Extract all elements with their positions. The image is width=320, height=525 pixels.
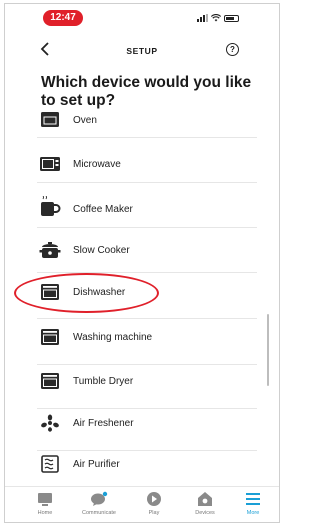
play-icon — [147, 492, 161, 506]
status-time: 12:47 — [43, 10, 83, 26]
device-label: Tumble Dryer — [73, 376, 134, 387]
divider — [37, 182, 257, 183]
oven-icon — [41, 112, 59, 127]
device-item-washing-machine[interactable]: Washing machine — [5, 321, 279, 365]
slow-cooker-icon — [39, 242, 61, 258]
divider — [37, 408, 257, 409]
setup-question: Which device would you like to set up? — [41, 74, 252, 109]
device-item-coffee-maker[interactable]: Coffee Maker — [5, 184, 279, 228]
nav-devices[interactable]: Devices — [179, 491, 231, 516]
device-label: Microwave — [73, 159, 121, 170]
devices-icon — [198, 492, 212, 506]
nav-play[interactable]: Play — [128, 491, 180, 516]
device-item-microwave[interactable]: Microwave — [5, 139, 279, 183]
tumble-dryer-icon — [41, 373, 59, 389]
microwave-icon — [40, 157, 60, 171]
air-freshener-icon — [41, 414, 59, 432]
header: SETUP ? — [5, 38, 279, 64]
divider — [37, 137, 257, 138]
nav-label: More — [246, 510, 260, 516]
home-icon — [38, 493, 52, 506]
device-item-air-freshener[interactable]: Air Freshener — [5, 411, 279, 455]
status-bar: 12:47 — [5, 4, 279, 30]
nav-label: Devices — [195, 510, 215, 516]
device-label: Coffee Maker — [73, 204, 133, 215]
bottom-nav: Home Communicate Play Devices More — [5, 486, 279, 522]
divider — [37, 364, 257, 365]
device-label: Oven — [73, 115, 97, 126]
nav-label: Home — [37, 510, 53, 516]
highlight-circle — [14, 273, 159, 313]
nav-label: Play — [148, 510, 160, 516]
menu-icon — [246, 493, 260, 505]
question-circle-icon[interactable]: ? — [226, 43, 239, 56]
coffee-maker-icon — [41, 196, 61, 216]
scrollbar[interactable] — [267, 314, 269, 386]
system-icons — [197, 13, 239, 23]
washing-machine-icon — [41, 329, 59, 345]
phone-screen: 12:47 SETUP ? Which device would you lik… — [4, 3, 280, 523]
device-label: Air Freshener — [73, 418, 134, 429]
divider — [37, 318, 257, 319]
device-item-slow-cooker[interactable]: Slow Cooker — [5, 230, 279, 274]
nav-home[interactable]: Home — [19, 491, 71, 516]
battery-icon — [224, 14, 239, 22]
nav-communicate[interactable]: Communicate — [73, 491, 125, 516]
signal-icon — [197, 14, 208, 22]
wifi-icon — [211, 14, 221, 22]
nav-more[interactable]: More — [227, 491, 279, 516]
device-item-tumble-dryer[interactable]: Tumble Dryer — [5, 367, 279, 411]
device-label: Air Purifier — [73, 459, 120, 470]
device-item-air-purifier[interactable]: Air Purifier — [5, 453, 279, 486]
device-label: Washing machine — [73, 332, 153, 343]
device-label: Slow Cooker — [73, 245, 130, 256]
divider — [37, 227, 257, 228]
chat-icon — [91, 491, 108, 506]
air-purifier-icon — [41, 455, 59, 473]
nav-label: Communicate — [82, 510, 116, 516]
divider — [37, 450, 257, 451]
